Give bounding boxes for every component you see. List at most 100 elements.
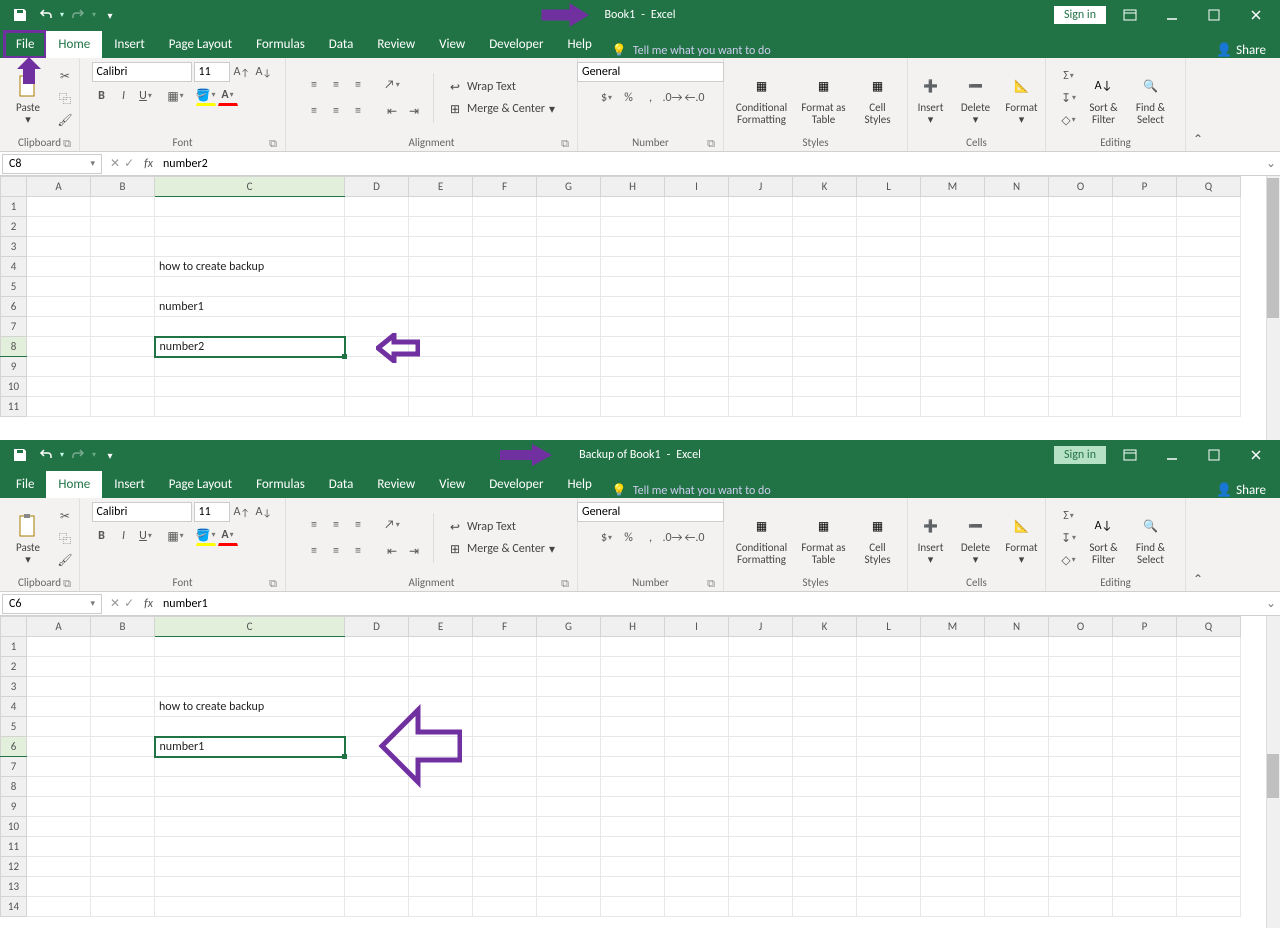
cell-P11[interactable] xyxy=(1113,837,1177,857)
cell-Q10[interactable] xyxy=(1177,817,1241,837)
cell-F3[interactable] xyxy=(473,237,537,257)
cell-M6[interactable] xyxy=(921,737,985,757)
autosum-icon[interactable]: Σ xyxy=(1059,66,1079,86)
column-header-M[interactable]: M xyxy=(921,177,985,197)
cell-M13[interactable] xyxy=(921,877,985,897)
align-left-icon[interactable]: ≡ xyxy=(304,101,324,121)
cell-I9[interactable] xyxy=(665,797,729,817)
cell-I7[interactable] xyxy=(665,757,729,777)
cell-F1[interactable] xyxy=(473,637,537,657)
cell-K12[interactable] xyxy=(793,857,857,877)
cell-O6[interactable] xyxy=(1049,297,1113,317)
cell-J3[interactable] xyxy=(729,677,793,697)
cell-M1[interactable] xyxy=(921,637,985,657)
cell-N5[interactable] xyxy=(985,717,1049,737)
cell-L14[interactable] xyxy=(857,897,921,917)
cell-C6[interactable]: number1 xyxy=(155,737,345,757)
cell-F6[interactable] xyxy=(473,297,537,317)
cell-H1[interactable] xyxy=(601,637,665,657)
cell-J5[interactable] xyxy=(729,717,793,737)
cell-N3[interactable] xyxy=(985,237,1049,257)
cell-Q8[interactable] xyxy=(1177,777,1241,797)
close-icon[interactable] xyxy=(1238,443,1274,467)
cell-A11[interactable] xyxy=(27,397,91,417)
cell-D14[interactable] xyxy=(345,897,409,917)
percent-icon[interactable]: % xyxy=(619,528,639,548)
cell-A8[interactable] xyxy=(27,337,91,357)
cell-B5[interactable] xyxy=(91,717,155,737)
cell-C7[interactable] xyxy=(155,757,345,777)
cell-L5[interactable] xyxy=(857,717,921,737)
cell-Q7[interactable] xyxy=(1177,317,1241,337)
copy-icon[interactable]: ⿻ xyxy=(55,88,75,108)
cell-N9[interactable] xyxy=(985,797,1049,817)
cell-M4[interactable] xyxy=(921,697,985,717)
outdent-icon[interactable]: ⇤ xyxy=(382,101,402,121)
cell-B2[interactable] xyxy=(91,217,155,237)
cell-O8[interactable] xyxy=(1049,337,1113,357)
fx-icon[interactable]: fx xyxy=(140,157,157,171)
sort-filter-button[interactable]: A↓Sort & Filter xyxy=(1082,70,1126,126)
cell-K11[interactable] xyxy=(793,397,857,417)
cell-M12[interactable] xyxy=(921,857,985,877)
cell-H14[interactable] xyxy=(601,897,665,917)
cell-I10[interactable] xyxy=(665,377,729,397)
cell-B7[interactable] xyxy=(91,757,155,777)
cell-C11[interactable] xyxy=(155,397,345,417)
align-bottom-icon[interactable]: ≡ xyxy=(348,75,368,95)
cell-B1[interactable] xyxy=(91,197,155,217)
cell-J5[interactable] xyxy=(729,277,793,297)
row-header-1[interactable]: 1 xyxy=(1,197,27,217)
cell-A8[interactable] xyxy=(27,777,91,797)
tab-home[interactable]: Home xyxy=(46,31,102,58)
cell-D10[interactable] xyxy=(345,377,409,397)
cell-A9[interactable] xyxy=(27,357,91,377)
cell-L9[interactable] xyxy=(857,797,921,817)
column-header-K[interactable]: K xyxy=(793,177,857,197)
percent-icon[interactable]: % xyxy=(619,88,639,108)
cell-I12[interactable] xyxy=(665,857,729,877)
cell-L13[interactable] xyxy=(857,877,921,897)
cell-G3[interactable] xyxy=(537,237,601,257)
column-header-H[interactable]: H xyxy=(601,617,665,637)
cell-B8[interactable] xyxy=(91,777,155,797)
cell-K2[interactable] xyxy=(793,217,857,237)
cell-D6[interactable] xyxy=(345,297,409,317)
cell-I13[interactable] xyxy=(665,877,729,897)
maximize-icon[interactable] xyxy=(1196,443,1232,467)
cell-K2[interactable] xyxy=(793,657,857,677)
cell-E3[interactable] xyxy=(409,237,473,257)
cell-C10[interactable] xyxy=(155,377,345,397)
row-header-7[interactable]: 7 xyxy=(1,317,27,337)
fill-icon[interactable]: ↧ xyxy=(1059,88,1079,108)
cell-L1[interactable] xyxy=(857,637,921,657)
cell-P8[interactable] xyxy=(1113,777,1177,797)
cell-B12[interactable] xyxy=(91,857,155,877)
cell-Q3[interactable] xyxy=(1177,677,1241,697)
cell-Q9[interactable] xyxy=(1177,797,1241,817)
number-format-combo[interactable] xyxy=(577,62,724,82)
cell-F4[interactable] xyxy=(473,697,537,717)
cell-L1[interactable] xyxy=(857,197,921,217)
cell-A5[interactable] xyxy=(27,717,91,737)
align-top-icon[interactable]: ≡ xyxy=(304,75,324,95)
column-header-P[interactable]: P xyxy=(1113,177,1177,197)
column-header-H[interactable]: H xyxy=(601,177,665,197)
cell-N2[interactable] xyxy=(985,217,1049,237)
cell-Q1[interactable] xyxy=(1177,197,1241,217)
share-button[interactable]: 👤 Share xyxy=(1202,483,1280,498)
cell-O4[interactable] xyxy=(1049,697,1113,717)
cell-A2[interactable] xyxy=(27,657,91,677)
row-header-6[interactable]: 6 xyxy=(1,297,27,317)
align-center-icon[interactable]: ≡ xyxy=(326,541,346,561)
worksheet-grid-2[interactable]: ABCDEFGHIJKLMNOPQ1234how to create backu… xyxy=(0,616,1280,928)
cell-G8[interactable] xyxy=(537,337,601,357)
cell-C3[interactable] xyxy=(155,237,345,257)
row-header-10[interactable]: 10 xyxy=(1,817,27,837)
cell-P7[interactable] xyxy=(1113,757,1177,777)
cell-L2[interactable] xyxy=(857,657,921,677)
enter-formula-icon[interactable]: ✓ xyxy=(124,156,134,171)
row-header-3[interactable]: 3 xyxy=(1,237,27,257)
cell-C1[interactable] xyxy=(155,197,345,217)
column-header-J[interactable]: J xyxy=(729,177,793,197)
